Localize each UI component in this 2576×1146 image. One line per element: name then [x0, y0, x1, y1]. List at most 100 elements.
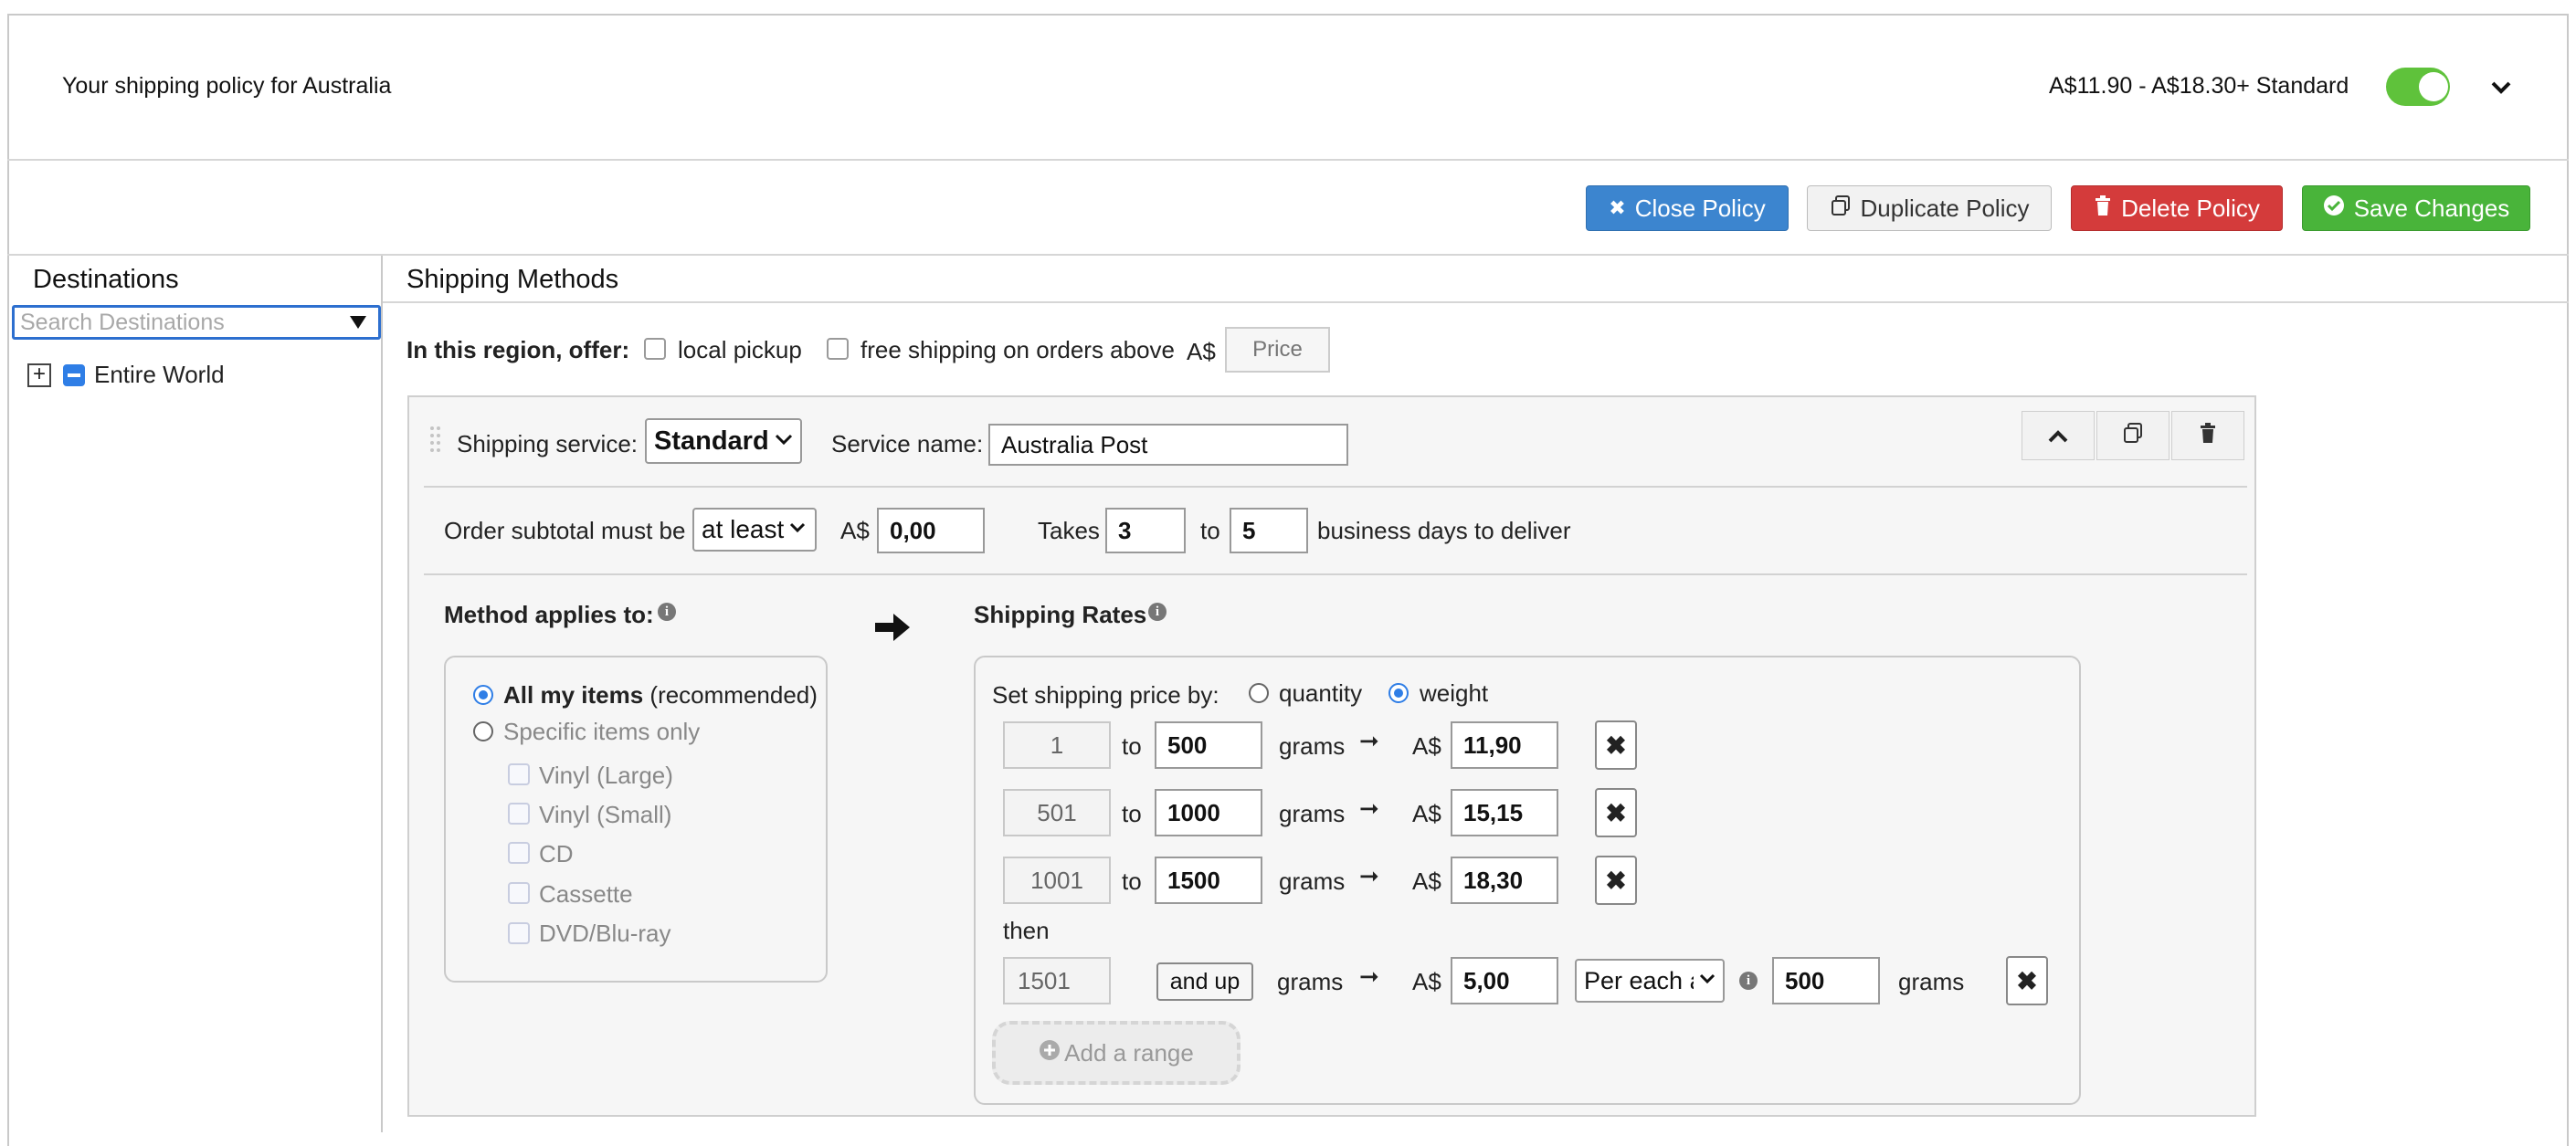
remove-range-button[interactable]: ✖ [1595, 720, 1637, 770]
rate-currency: A$ [1412, 968, 1441, 995]
all-items-radio[interactable] [473, 685, 493, 705]
rate-from-value: 1001 [1003, 857, 1111, 904]
service-name-input[interactable]: Australia Post [988, 424, 1348, 466]
rate-from-value: 1 [1003, 721, 1111, 769]
rate-from-value: 501 [1003, 789, 1111, 836]
add-range-label: Add a range [1064, 1038, 1194, 1067]
methods-title-divider [383, 301, 2569, 303]
all-items-label: All my items (recommended) [503, 681, 818, 710]
rate-price-input[interactable]: 18,30 [1451, 857, 1558, 904]
local-pickup-checkbox[interactable] [644, 338, 666, 360]
shipping-methods-title: Shipping Methods [406, 265, 619, 294]
rates-title: Shipping Rates [974, 601, 1147, 628]
days-suffix: business days to deliver [1317, 517, 1571, 544]
and-up-label: and up [1156, 962, 1253, 1001]
arrow-icon: ➞ [1359, 862, 1379, 889]
specific-items-label: Specific items only [503, 718, 701, 745]
per-each-select[interactable]: Per each a [1575, 959, 1725, 1003]
copy-icon [1830, 195, 1852, 223]
rate-to-label: to [1122, 800, 1142, 827]
item-checkbox[interactable] [508, 922, 530, 944]
item-label: Vinyl (Large) [539, 762, 673, 789]
min-days-input[interactable]: 3 [1105, 508, 1186, 553]
info-icon[interactable]: i [658, 603, 676, 621]
info-icon[interactable]: i [1148, 603, 1167, 621]
info-icon[interactable]: i [1739, 972, 1758, 990]
subtotal-operator-select[interactable]: at least [692, 508, 817, 552]
per-each-amount-input[interactable]: 500 [1772, 957, 1880, 1004]
additional-price-input[interactable]: 5,00 [1451, 957, 1558, 1004]
duplicate-service-button[interactable] [2096, 411, 2170, 460]
item-checkbox[interactable] [508, 882, 530, 904]
remove-range-button[interactable]: ✖ [2006, 956, 2048, 1005]
trash-icon [2094, 195, 2112, 223]
duplicate-policy-label: Duplicate Policy [1860, 194, 2030, 222]
arrow-icon: ➞ [1359, 794, 1379, 822]
rate-to-input[interactable]: 1000 [1155, 789, 1262, 836]
close-policy-button[interactable]: ✖ Close Policy [1586, 185, 1789, 231]
subtotal-currency: A$ [840, 517, 870, 544]
rate-price-input[interactable]: 15,15 [1451, 789, 1558, 836]
subtotal-operator-value: at least [702, 515, 785, 543]
rate-unit-label: grams [1279, 800, 1346, 827]
rate-to-input[interactable]: 1500 [1155, 857, 1262, 904]
add-range-button[interactable]: Add a range [992, 1021, 1240, 1085]
chevron-down-icon[interactable] [2490, 77, 2512, 99]
item-checkbox[interactable] [508, 842, 530, 864]
drag-handle-icon[interactable] [429, 426, 442, 457]
item-label: DVD/Blu-ray [539, 920, 671, 947]
copy-icon [2122, 422, 2144, 450]
item-label: Cassette [539, 880, 633, 908]
rate-price-input[interactable]: 11,90 [1451, 721, 1558, 769]
specific-items-radio[interactable] [473, 721, 493, 741]
days-to-label: to [1200, 517, 1220, 544]
remove-range-button[interactable]: ✖ [1595, 856, 1637, 905]
quantity-label: quantity [1279, 679, 1363, 707]
rate-currency: A$ [1412, 867, 1441, 895]
check-circle-icon [2323, 195, 2345, 223]
weight-radio[interactable] [1388, 683, 1409, 703]
subtotal-divider [424, 573, 2247, 575]
policy-title: Your shipping policy for Australia [62, 73, 392, 99]
per-each-value: Per each a [1584, 966, 1694, 994]
shipping-service-value: Standard [654, 426, 769, 456]
delete-policy-button[interactable]: Delete Policy [2071, 185, 2283, 231]
then-label: then [1003, 917, 1050, 944]
all-items-bold: All my items [503, 681, 644, 709]
dropdown-triangle-icon[interactable] [349, 314, 367, 331]
quantity-radio[interactable] [1249, 683, 1269, 703]
item-checkbox[interactable] [508, 803, 530, 825]
trash-icon [2199, 422, 2217, 450]
service-name-label: Service name: [831, 430, 984, 457]
chevron-up-icon [2047, 422, 2069, 450]
max-days-input[interactable]: 5 [1230, 508, 1308, 553]
delete-policy-label: Delete Policy [2121, 194, 2260, 222]
close-policy-label: Close Policy [1634, 194, 1766, 222]
arrow-icon: ➞ [1359, 727, 1379, 754]
free-shipping-price-input[interactable] [1225, 327, 1330, 373]
item-checkbox[interactable] [508, 763, 530, 785]
free-shipping-label: free shipping on orders above [860, 336, 1176, 363]
weight-label: weight [1420, 679, 1489, 707]
subtotal-amount-input[interactable]: 0,00 [877, 508, 985, 553]
tree-item-entire-world[interactable]: Entire World [94, 361, 225, 389]
save-changes-button[interactable]: Save Changes [2302, 185, 2530, 231]
service-divider [424, 486, 2247, 488]
free-shipping-checkbox[interactable] [827, 338, 849, 360]
chevron-down-icon [789, 521, 806, 538]
search-destinations-input[interactable] [18, 309, 320, 336]
rate-to-input[interactable]: 500 [1155, 721, 1262, 769]
all-items-rest: (recommended) [649, 681, 818, 709]
expand-toggle[interactable]: + [27, 363, 51, 387]
chevron-down-icon [1699, 973, 1716, 989]
arrow-icon: ➞ [1359, 962, 1379, 990]
delete-service-button[interactable] [2171, 411, 2244, 460]
rate-to-label: to [1122, 867, 1142, 895]
item-label: CD [539, 840, 574, 867]
duplicate-policy-button[interactable]: Duplicate Policy [1807, 185, 2052, 231]
collapse-service-button[interactable] [2022, 411, 2095, 460]
toggle-knob [2419, 72, 2448, 101]
shipping-service-select[interactable]: Standard [645, 418, 802, 464]
remove-range-button[interactable]: ✖ [1595, 788, 1637, 837]
subtotal-label: Order subtotal must be [444, 517, 686, 544]
